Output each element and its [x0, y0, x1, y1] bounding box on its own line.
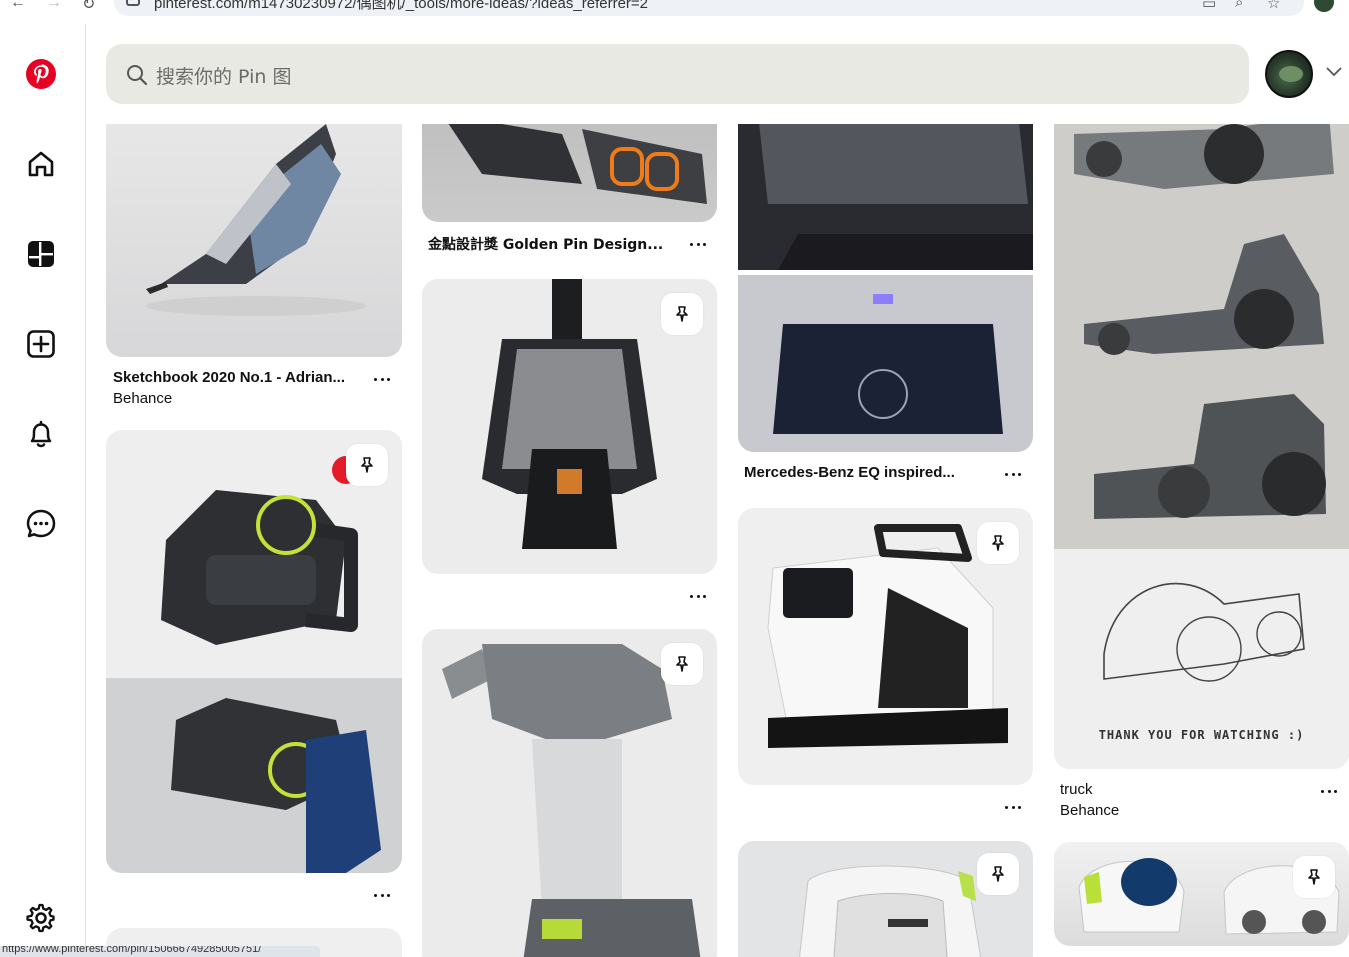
pin-image-golden-pin[interactable] — [422, 124, 717, 222]
sketch-caption: THANK YOU FOR WATCHING :) — [1098, 728, 1305, 742]
link-preview-url: https://www.pinterest.com/pin/1506667492… — [2, 946, 262, 955]
more-options-button[interactable] — [1316, 784, 1342, 798]
pin-image-vacuum[interactable] — [106, 124, 402, 357]
cast-icon[interactable]: ▭ — [1202, 0, 1216, 12]
home-button[interactable] — [19, 142, 63, 186]
save-pin-button[interactable] — [661, 293, 703, 335]
pin-title[interactable]: 金點設計獎 Golden Pin Design... — [428, 234, 663, 254]
pin-image-pods[interactable] — [1054, 842, 1349, 946]
chevron-down-icon[interactable] — [1326, 66, 1342, 78]
truck-illustration — [1054, 124, 1349, 769]
forward-icon[interactable]: → — [46, 0, 62, 12]
site-info-icon[interactable] — [126, 0, 140, 6]
pin-image-scanner[interactable] — [106, 430, 402, 873]
more-options-button[interactable] — [1000, 467, 1026, 481]
pin-feed: Sketchbook 2020 No.1 - Adrian... Behance — [86, 124, 1349, 957]
pin-icon — [676, 656, 688, 672]
scanner-illustration — [106, 456, 402, 873]
pin-image-mercedes[interactable] — [738, 124, 1033, 452]
pin-icon — [992, 535, 1004, 551]
more-options-button[interactable] — [369, 888, 395, 902]
more-options-button[interactable] — [685, 589, 711, 603]
pin-icon — [361, 457, 373, 473]
avatar[interactable] — [1265, 50, 1313, 98]
back-icon[interactable]: ← — [10, 0, 26, 12]
notifications-icon — [30, 420, 52, 448]
zoom-icon[interactable]: ⌕ — [1235, 0, 1243, 11]
settings-button[interactable] — [19, 896, 63, 940]
save-pin-button[interactable] — [661, 643, 703, 685]
pin-title[interactable]: Sketchbook 2020 No.1 - Adrian... — [113, 369, 345, 386]
reload-icon[interactable]: ↻ — [82, 0, 95, 14]
search-bar[interactable]: 搜索你的 Pin 图 — [106, 44, 1249, 104]
pin-title[interactable]: truck — [1060, 781, 1093, 798]
search-placeholder: 搜索你的 Pin 图 — [156, 66, 292, 88]
address-text: pinterest.com/m14730230972/偶图机/_tools/mo… — [154, 0, 649, 12]
settings-icon — [26, 903, 55, 933]
pin-source[interactable]: Behance — [113, 390, 172, 407]
pin-icon — [1308, 869, 1320, 885]
save-pin-button[interactable] — [977, 522, 1019, 564]
messages-icon — [26, 509, 56, 538]
more-options-button[interactable] — [369, 372, 395, 386]
search-icon — [127, 65, 148, 86]
save-pin-button[interactable] — [977, 853, 1019, 895]
boards-icon — [28, 241, 54, 267]
more-options-button[interactable] — [685, 237, 711, 251]
pinterest-logo[interactable] — [19, 52, 63, 96]
pin-source[interactable]: Behance — [1060, 802, 1119, 819]
pin-image-volvo[interactable] — [738, 841, 1033, 957]
link-preview-status: https://www.pinterest.com/pin/1506667492… — [0, 946, 320, 957]
pin-image-zeroicy[interactable] — [738, 508, 1033, 785]
browser-profile-icon[interactable] — [1314, 0, 1334, 12]
more-options-button[interactable] — [1000, 800, 1026, 814]
browser-chrome: ← → ↻ pinterest.com/m14730230972/偶图机/_to… — [0, 0, 1349, 20]
vacuum-illustration — [146, 124, 366, 316]
create-button[interactable] — [19, 322, 63, 366]
pin-image-drill[interactable] — [422, 629, 717, 957]
pin-title[interactable]: Mercedes-Benz EQ inspired... — [744, 464, 955, 481]
address-bar[interactable]: pinterest.com/m14730230972/偶图机/_tools/mo… — [114, 0, 1304, 16]
left-nav-rail — [0, 24, 86, 957]
pinterest-icon — [26, 59, 56, 89]
create-icon — [27, 330, 55, 358]
mercedes-device-illustration — [738, 124, 1033, 452]
boards-button[interactable] — [19, 232, 63, 276]
pin-image-truck[interactable]: THANK YOU FOR WATCHING :) — [1054, 124, 1349, 769]
notifications-button[interactable] — [19, 412, 63, 456]
messages-button[interactable] — [19, 502, 63, 546]
home-icon — [28, 151, 54, 177]
orange-device-illustration — [448, 124, 707, 204]
pin-icon — [676, 306, 688, 322]
save-pin-button[interactable] — [346, 444, 388, 486]
pin-icon — [992, 866, 1004, 882]
pin-image-headset[interactable] — [422, 279, 717, 574]
bookmark-star-icon[interactable]: ☆ — [1267, 0, 1280, 12]
save-pin-button[interactable] — [1293, 856, 1335, 898]
